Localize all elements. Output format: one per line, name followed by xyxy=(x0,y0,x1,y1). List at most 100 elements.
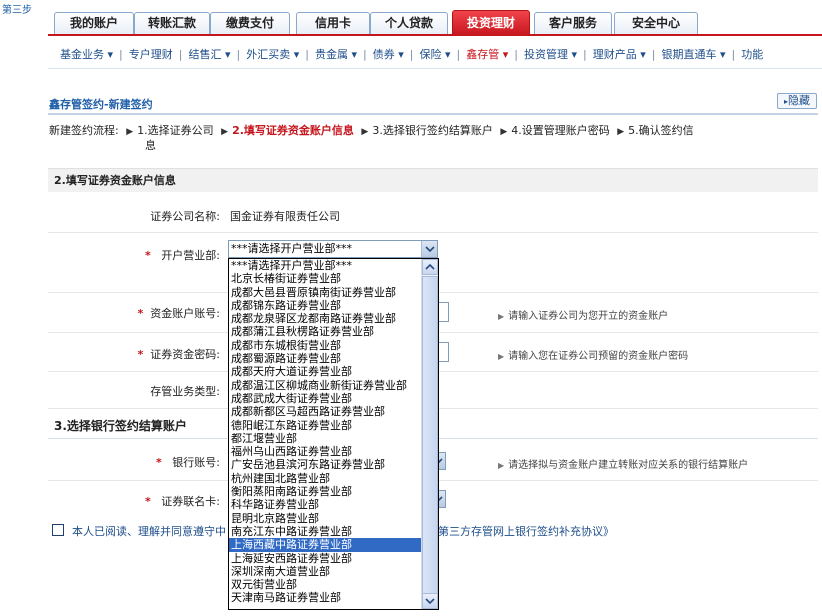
tab-investment[interactable]: 投资理财 xyxy=(452,10,530,36)
tab-security-center[interactable]: 安全中心 xyxy=(614,12,698,34)
dropdown-option[interactable]: 福州乌山西路证券营业部 xyxy=(229,445,422,458)
dropdown-options: ***请选择开户营业部*** 北京长椿街证券营业部 成都大邑县晋原镇南街证券营业部成… xyxy=(229,259,438,605)
submenu-separator: | xyxy=(456,48,461,61)
dropdown-option[interactable]: 成都锦东路证券营业部 xyxy=(229,299,422,312)
branch-label: 开户营业部: xyxy=(161,249,220,262)
submenu-investment-mgmt[interactable]: 投资管理 ▾ xyxy=(524,46,577,62)
account-label: 资金账户账号: xyxy=(150,307,220,320)
submenu-separator: | xyxy=(651,48,656,61)
dropdown-option[interactable]: 科华路证券营业部 xyxy=(229,498,422,511)
password-hint-text: 请输入您在证券公司预留的资金账户密码 xyxy=(508,351,689,362)
submenu-fund[interactable]: 基金业务 ▾ xyxy=(60,46,113,62)
password-label-row: * 证券资金密码: xyxy=(110,346,220,362)
dropdown-option[interactable]: 成都大邑县晋原镇南街证券营业部 xyxy=(229,286,422,299)
required-marker: * xyxy=(145,249,151,262)
dropdown-option[interactable]: 昆明北京路营业部 xyxy=(229,512,422,525)
branch-dropdown-list[interactable]: ***请选择开户营业部*** 北京长椿街证券营业部 成都大邑县晋原镇南街证券营业部成… xyxy=(228,258,439,610)
dropdown-option[interactable]: 衡阳蒸阳南路证券营业部 xyxy=(229,485,422,498)
dropdown-option[interactable]: 成都蜀源路证券营业部 xyxy=(229,352,422,365)
dropdown-scrollbar[interactable] xyxy=(421,259,438,609)
agreement-link[interactable]: 第三方存管网上银行签约补充协议》 xyxy=(438,523,614,539)
dropdown-option[interactable]: 成都武成大街证券营业部 xyxy=(229,392,422,405)
agreement-checkbox[interactable] xyxy=(52,524,64,536)
scroll-up-icon[interactable] xyxy=(422,259,438,275)
submenu-wealth-products[interactable]: 理财产品 ▾ xyxy=(593,46,646,62)
account-label-row: * 资金账户账号: xyxy=(110,305,220,321)
dropdown-option[interactable]: 广安岳池县滨河东路证券营业部 xyxy=(229,458,422,471)
dropdown-option[interactable]: 成都蒲江县秋楞路证券营业部 xyxy=(229,325,422,338)
password-hint: ▶ 请输入您在证券公司预留的资金账户密码 xyxy=(498,347,688,362)
password-label: 证券资金密码: xyxy=(150,348,220,361)
tab-customer-service[interactable]: 客户服务 xyxy=(534,12,612,34)
dropdown-option[interactable]: 天津南马路证券营业部 xyxy=(229,591,422,604)
dropdown-option[interactable]: 德阳岷江东路证券营业部 xyxy=(229,419,422,432)
dropdown-option[interactable]: 成都温江区柳城商业新街证券营业部 xyxy=(229,379,422,392)
scroll-down-icon[interactable] xyxy=(422,593,438,609)
sub-menu: 基金业务 ▾ | 专户理财 | 结售汇 ▾ | 外汇买卖 ▾ | 贵金属 ▾ | 债券 ▾ | 保险 ▾… xyxy=(60,46,822,62)
scrollbar-thumb[interactable] xyxy=(422,276,438,606)
tab-transfer[interactable]: 转账汇款 xyxy=(134,12,210,34)
submenu-special-account[interactable]: 专户理财 xyxy=(129,46,173,62)
tab-payment[interactable]: 缴费支付 xyxy=(210,12,290,34)
hide-button[interactable]: ▸隐藏 xyxy=(777,93,817,109)
required-marker: * xyxy=(145,495,151,508)
flow-step-1: 1.选择证券公司 xyxy=(137,124,214,137)
dropdown-option[interactable]: 都江堰营业部 xyxy=(229,432,422,445)
tab-my-account[interactable]: 我的账户 xyxy=(54,12,134,34)
submenu-separator: | xyxy=(409,48,414,61)
dropdown-option[interactable]: 上海西藏中路证券营业部 xyxy=(229,538,422,552)
flow-arrow-icon: ▶ xyxy=(617,127,625,137)
dropdown-option[interactable]: 深圳深南大道营业部 xyxy=(229,565,422,578)
dropdown-option[interactable]: 杭州建国北路营业部 xyxy=(229,472,422,485)
dropdown-option[interactable]: 北京长椿街证券营业部 xyxy=(229,272,422,285)
title-divider xyxy=(48,113,818,115)
company-value: 国金证券有限责任公司 xyxy=(230,210,340,223)
submenu-forex[interactable]: 外汇买卖 ▾ xyxy=(246,46,299,62)
flow-arrow-icon: ▶ xyxy=(500,127,508,137)
account-hint-text: 请输入证券公司为您开立的资金账户 xyxy=(508,311,669,322)
flow-step-2-current: 2.填写证券资金账户信息 xyxy=(232,124,354,137)
card-label: 证券联名卡: xyxy=(161,495,220,508)
chevron-down-icon[interactable] xyxy=(421,241,437,257)
submenu-futures[interactable]: 银期直通车 ▾ xyxy=(661,46,725,62)
submenu-insurance[interactable]: 保险 ▾ xyxy=(419,46,450,62)
hide-button-label: 隐藏 xyxy=(788,94,810,107)
main-tabs: 我的账户 转账汇款 缴费支付 信用卡 个人贷款 投资理财 客户服务 安全中心 xyxy=(48,10,822,36)
submenu-separator: | xyxy=(119,48,123,61)
agreement-text: 本人已阅读、理解并同意遵守中 xyxy=(72,525,226,538)
required-marker: * xyxy=(137,348,144,361)
bank-account-hint-text: 请选择拟与资金账户建立转账对应关系的银行结算账户 xyxy=(508,460,749,471)
branch-select-value: ***请选择开户营业部*** xyxy=(231,242,352,255)
submenu-functions[interactable]: 功能 xyxy=(741,46,763,62)
dropdown-option[interactable]: 成都新都区马超西路证券营业部 xyxy=(229,405,422,418)
hint-arrow-icon: ▶ xyxy=(498,461,505,470)
flow-step-3: 3.选择银行签约结算账户 xyxy=(372,124,493,137)
dropdown-option[interactable]: 上海延安西路证券营业部 xyxy=(229,552,422,565)
flow-step-5: 5.确认签约信 xyxy=(628,124,694,137)
submenu-divider xyxy=(48,68,822,69)
branch-select[interactable]: ***请选择开户营业部*** xyxy=(228,240,438,258)
required-marker: * xyxy=(156,456,162,469)
account-hint: ▶ 请输入证券公司为您开立的资金账户 xyxy=(498,307,668,322)
required-marker: * xyxy=(137,307,144,320)
flow-step-4: 4.设置管理账户密码 xyxy=(511,124,610,137)
dropdown-option[interactable]: 成都龙泉驿区龙都南路证券营业部 xyxy=(229,312,422,325)
tab-credit-card[interactable]: 信用卡 xyxy=(296,12,370,34)
dropdown-option[interactable]: 成都市东城根街营业部 xyxy=(229,339,422,352)
dropdown-option[interactable]: 成都天府大道证券营业部 xyxy=(229,365,422,378)
submenu-fx-settlement[interactable]: 结售汇 ▾ xyxy=(188,46,230,62)
submenu-bonds[interactable]: 债券 ▾ xyxy=(373,46,404,62)
dropdown-option[interactable]: 双元街营业部 xyxy=(229,578,422,591)
tab-personal-loan[interactable]: 个人贷款 xyxy=(370,12,448,34)
flow-prefix: 新建签约流程: xyxy=(49,124,119,137)
dropdown-option[interactable]: ***请选择开户营业部*** xyxy=(229,259,422,272)
submenu-precious-metal[interactable]: 贵金属 ▾ xyxy=(315,46,357,62)
dropdown-option[interactable]: 南充江东中路证券营业部 xyxy=(229,525,422,538)
hint-arrow-icon: ▶ xyxy=(498,312,505,321)
bank-account-label-row: * 银行账号: xyxy=(120,454,220,470)
row-divider xyxy=(48,232,818,233)
submenu-separator: | xyxy=(514,48,518,61)
submenu-xincunguan[interactable]: 鑫存管 ▾ xyxy=(466,46,508,62)
submenu-separator: | xyxy=(236,48,241,61)
flow-arrow-icon: ▶ xyxy=(221,127,229,137)
